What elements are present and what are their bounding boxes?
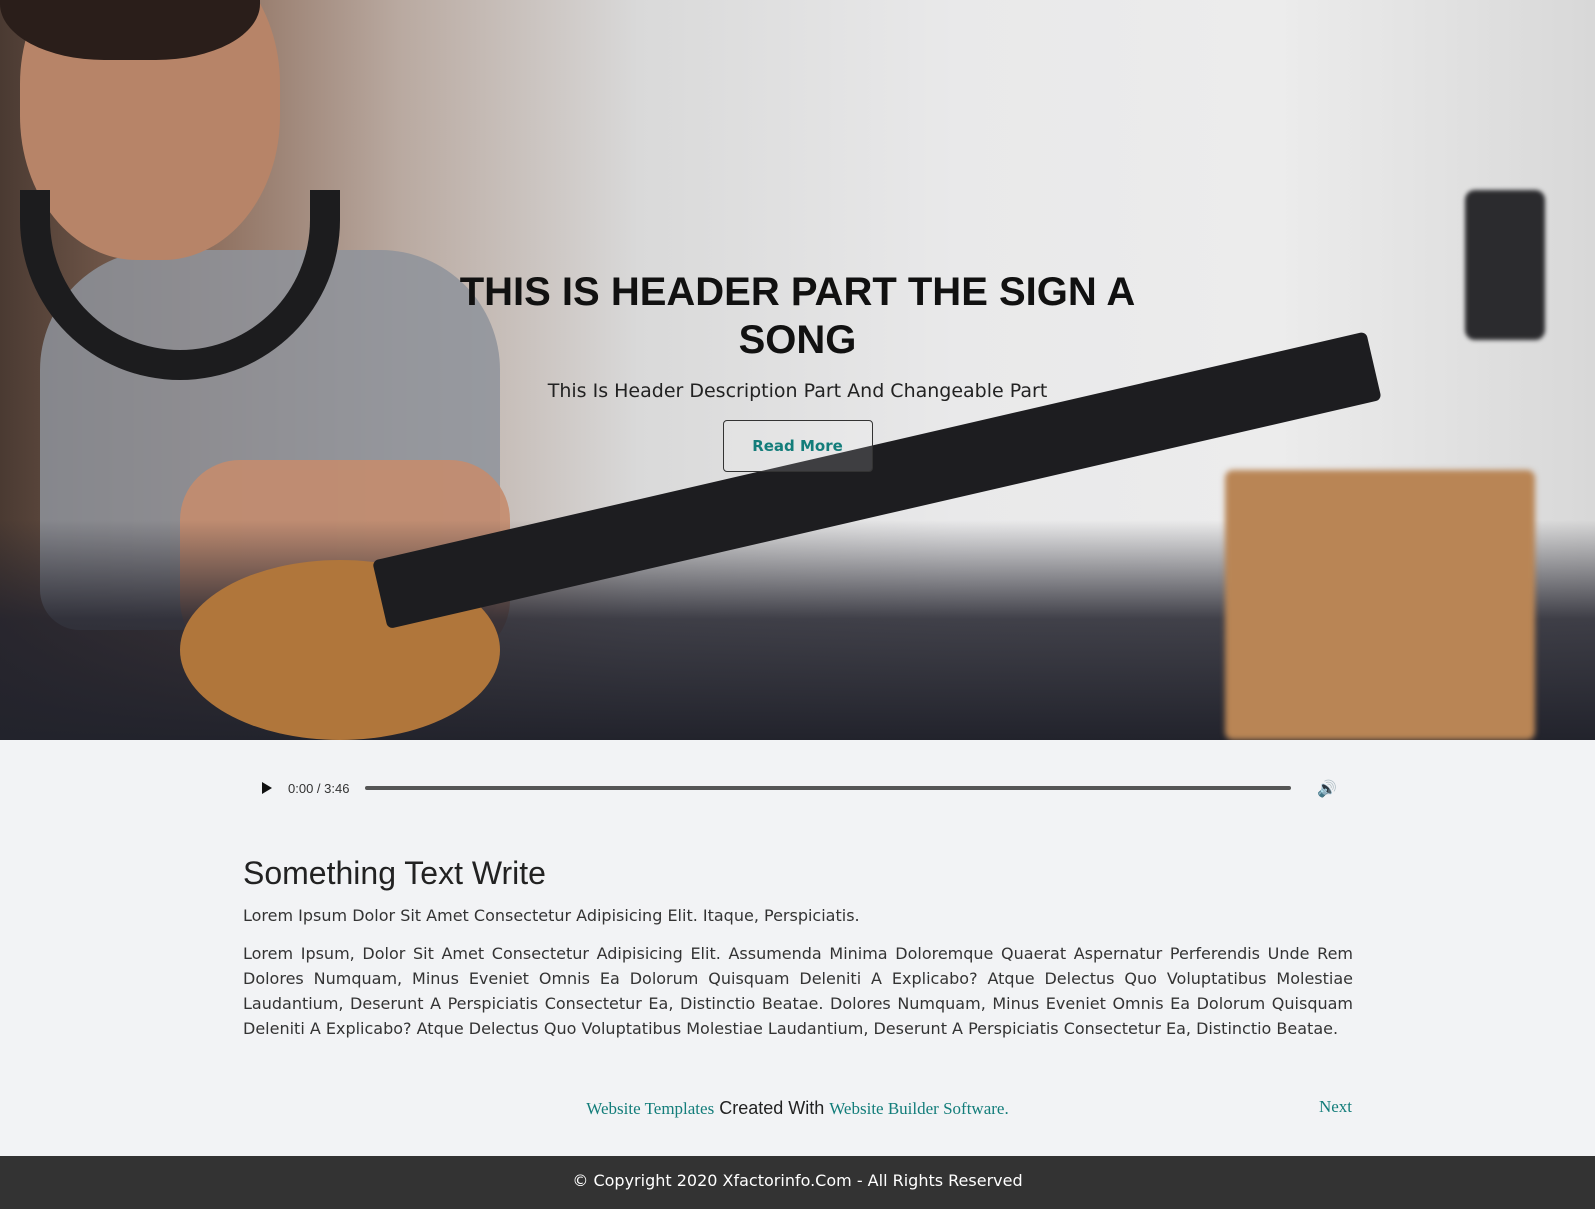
next-link[interactable]: Next xyxy=(1319,1097,1352,1117)
copyright-text: © Copyright 2020 Xfactorinfo.Com - All R… xyxy=(572,1171,1023,1190)
footer: © Copyright 2020 Xfactorinfo.Com - All R… xyxy=(0,1156,1595,1209)
audio-player[interactable]: 0:00 / 3:46 🔊 xyxy=(262,776,1337,800)
content-heading: Something Text Write xyxy=(243,855,546,891)
content-intro: Lorem Ipsum Dolor Sit Amet Consectetur A… xyxy=(243,906,860,925)
hero-content: THIS IS HEADER PART THE SIGN A SONG This… xyxy=(0,268,1595,472)
audio-time: 0:00 / 3:46 xyxy=(288,780,350,796)
read-more-button[interactable]: Read More xyxy=(722,420,873,472)
hero-description: This Is Header Description Part And Chan… xyxy=(547,380,1048,402)
hero-title: THIS IS HEADER PART THE SIGN A SONG xyxy=(459,270,1136,362)
credit-line: Website Templates Created With Website B… xyxy=(0,1098,1595,1119)
website-builder-link[interactable]: Website Builder Software. xyxy=(829,1099,1008,1118)
credit-text: Created With xyxy=(714,1098,830,1118)
content-body: Lorem Ipsum, Dolor Sit Amet Consectetur … xyxy=(243,944,1353,1038)
website-templates-link[interactable]: Website Templates xyxy=(586,1099,714,1118)
volume-icon[interactable]: 🔊 xyxy=(1317,779,1337,798)
hero-section: THIS IS HEADER PART THE SIGN A SONG This… xyxy=(0,0,1595,740)
play-icon[interactable] xyxy=(262,782,272,794)
audio-seek-bar[interactable] xyxy=(365,786,1292,790)
content-section: Something Text Write Lorem Ipsum Dolor S… xyxy=(243,855,1353,1041)
